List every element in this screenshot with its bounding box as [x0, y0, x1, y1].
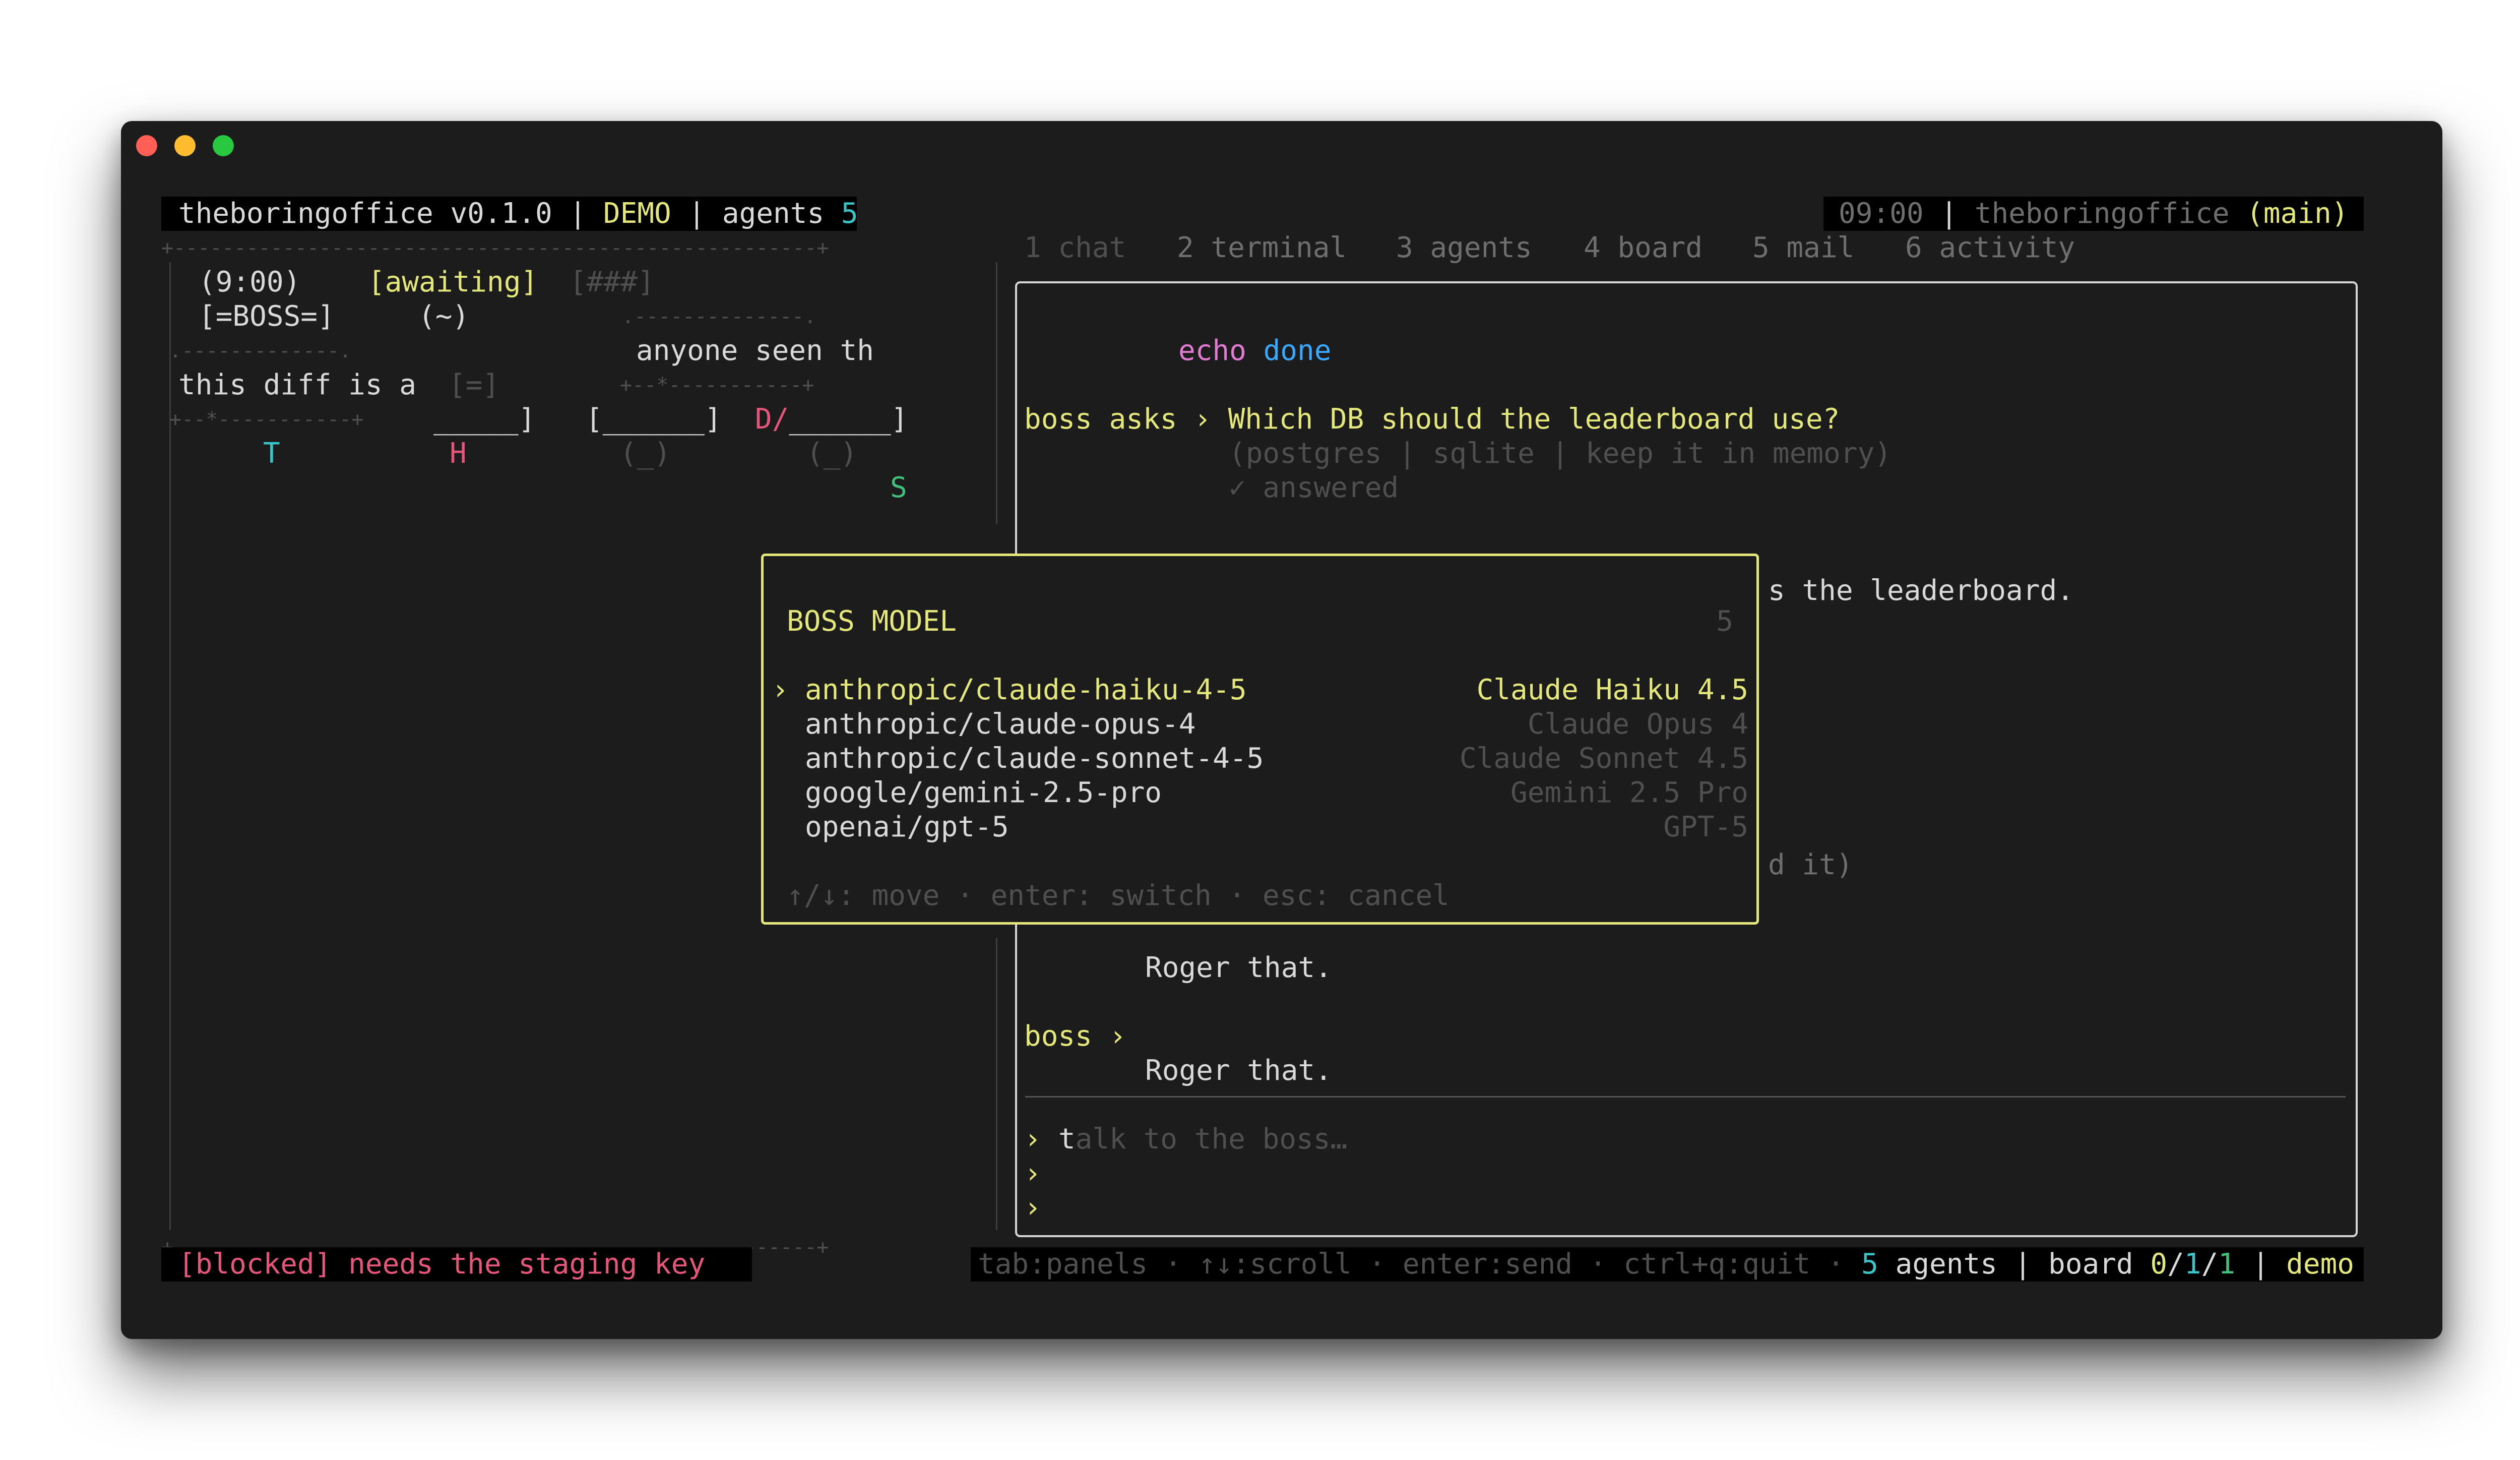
status-right: tab:panels · ↑↓:scroll · enter:send · ct…	[978, 1248, 2354, 1281]
modal-hint: ↑/↓: move · enter: switch · esc: cancel	[787, 879, 1450, 912]
terminal-screen: theboringoffice v0.1.0 | DEMO | agents 5…	[121, 121, 2442, 1339]
command-line: echo done	[1178, 334, 1332, 367]
office-border-top: +---------------------------------------…	[161, 236, 829, 260]
boss-progress: [###]	[570, 266, 655, 298]
blocked-status: [blocked] needs the staging key	[178, 1248, 706, 1281]
boss-label: boss ›	[1024, 1020, 1126, 1053]
modal-title: BOSS MODEL	[787, 605, 957, 638]
model-option-haiku[interactable]: anthropic/claude-haiku-4-5	[805, 673, 1247, 707]
partial-message-1: s the leaderboard.	[1768, 574, 2074, 607]
boss-face: (~)	[418, 300, 470, 333]
agent-h: H	[450, 437, 467, 470]
office-right-border-lower	[996, 938, 997, 1230]
reply-message-1: Roger that.	[1145, 951, 1332, 984]
modal-count: 5	[1716, 605, 1733, 638]
prompt-symbol-2: ›	[1024, 1157, 1041, 1190]
agent-t: T	[263, 437, 280, 470]
agent-s: S	[890, 471, 907, 504]
tab-activity[interactable]: 6 activity	[1905, 231, 2075, 265]
chair-2: (_)	[806, 437, 858, 470]
tab-terminal[interactable]: 2 terminal	[1177, 231, 1347, 265]
model-name-opus: Claude Opus 4	[1527, 708, 1748, 741]
model-name-sonnet: Claude Sonnet 4.5	[1459, 742, 1748, 775]
boss-desk: [=BOSS=]	[199, 300, 335, 333]
speech-bubble-2-bottom: +--*-----------+	[169, 408, 364, 431]
small-indicator: [=]	[449, 369, 500, 401]
terminal-window: theboringoffice v0.1.0 | DEMO | agents 5…	[121, 121, 2442, 1339]
model-option-opus[interactable]: anthropic/claude-opus-4	[805, 707, 1195, 742]
prompt-symbol-3: ›	[1024, 1191, 1041, 1224]
prompt-symbol-1: ›	[1024, 1123, 1041, 1155]
question-options: (postgres | sqlite | keep it in memory)	[1229, 437, 1892, 470]
speech-bubble-2-top: .-------------.	[169, 339, 352, 362]
keyboard-hints: tab:panels · ↑↓:scroll · enter:send · ct…	[978, 1248, 1862, 1281]
tab-agents[interactable]: 3 agents	[1396, 231, 1532, 265]
branch-name: (main)	[2229, 197, 2349, 230]
speech-bubble-1-top: .--------------.	[622, 305, 816, 328]
model-option-sonnet[interactable]: anthropic/claude-sonnet-4-5	[805, 742, 1264, 776]
boss-model-modal: BOSS MODEL 5 › anthropic/claude-haiku-4-…	[761, 554, 1759, 925]
chair-1: (_)	[620, 437, 671, 470]
app-header: theboringoffice v0.1.0 | DEMO | agents 5	[178, 197, 858, 230]
reply-message-2: Roger that.	[1145, 1054, 1332, 1087]
boss-time: (9:00)	[199, 266, 301, 298]
desk-1: _____]	[433, 403, 536, 436]
app-title: theboringoffice v0.1.0	[178, 197, 552, 230]
clock: 09:00	[1839, 197, 1924, 230]
model-name-gemini: Gemini 2.5 Pro	[1510, 776, 1748, 809]
speech-bubble-1-bottom: +--*-----------+	[620, 374, 814, 397]
model-option-gpt5[interactable]: openai/gpt-5	[805, 810, 1009, 844]
office-right-border	[996, 262, 997, 524]
agents-count: 5	[841, 197, 858, 230]
selection-indicator: ›	[772, 674, 789, 706]
partial-message-2: d it)	[1768, 848, 1853, 881]
chat-input[interactable]: talk to the boss…	[1058, 1122, 1347, 1157]
speech-bubble-1-text: anyone seen th	[636, 334, 874, 367]
model-option-gemini[interactable]: google/gemini-2.5-pro	[805, 776, 1162, 810]
boss-question: boss asks › Which DB should the leaderbo…	[1024, 403, 1840, 436]
model-name-gpt5: GPT-5	[1663, 811, 1748, 843]
mode-badge: DEMO	[603, 197, 671, 230]
boss-status: [awaiting]	[368, 266, 538, 298]
project-name: theboringoffice	[1974, 197, 2230, 230]
header-right: 09:00 | theboringoffice (main)	[1839, 197, 2349, 230]
desk-2: [______]	[586, 403, 722, 436]
model-name-haiku: Claude Haiku 4.5	[1476, 674, 1748, 706]
tab-board[interactable]: 4 board	[1584, 231, 1703, 265]
input-divider	[1025, 1096, 2346, 1098]
desk-3: D/______]	[755, 403, 908, 436]
tab-mail[interactable]: 5 mail	[1752, 231, 1854, 265]
answered-status: ✓ answered	[1229, 471, 1399, 504]
tab-chat[interactable]: 1 chat	[1024, 231, 1126, 265]
speech-bubble-2-text: this diff is a	[178, 369, 417, 401]
